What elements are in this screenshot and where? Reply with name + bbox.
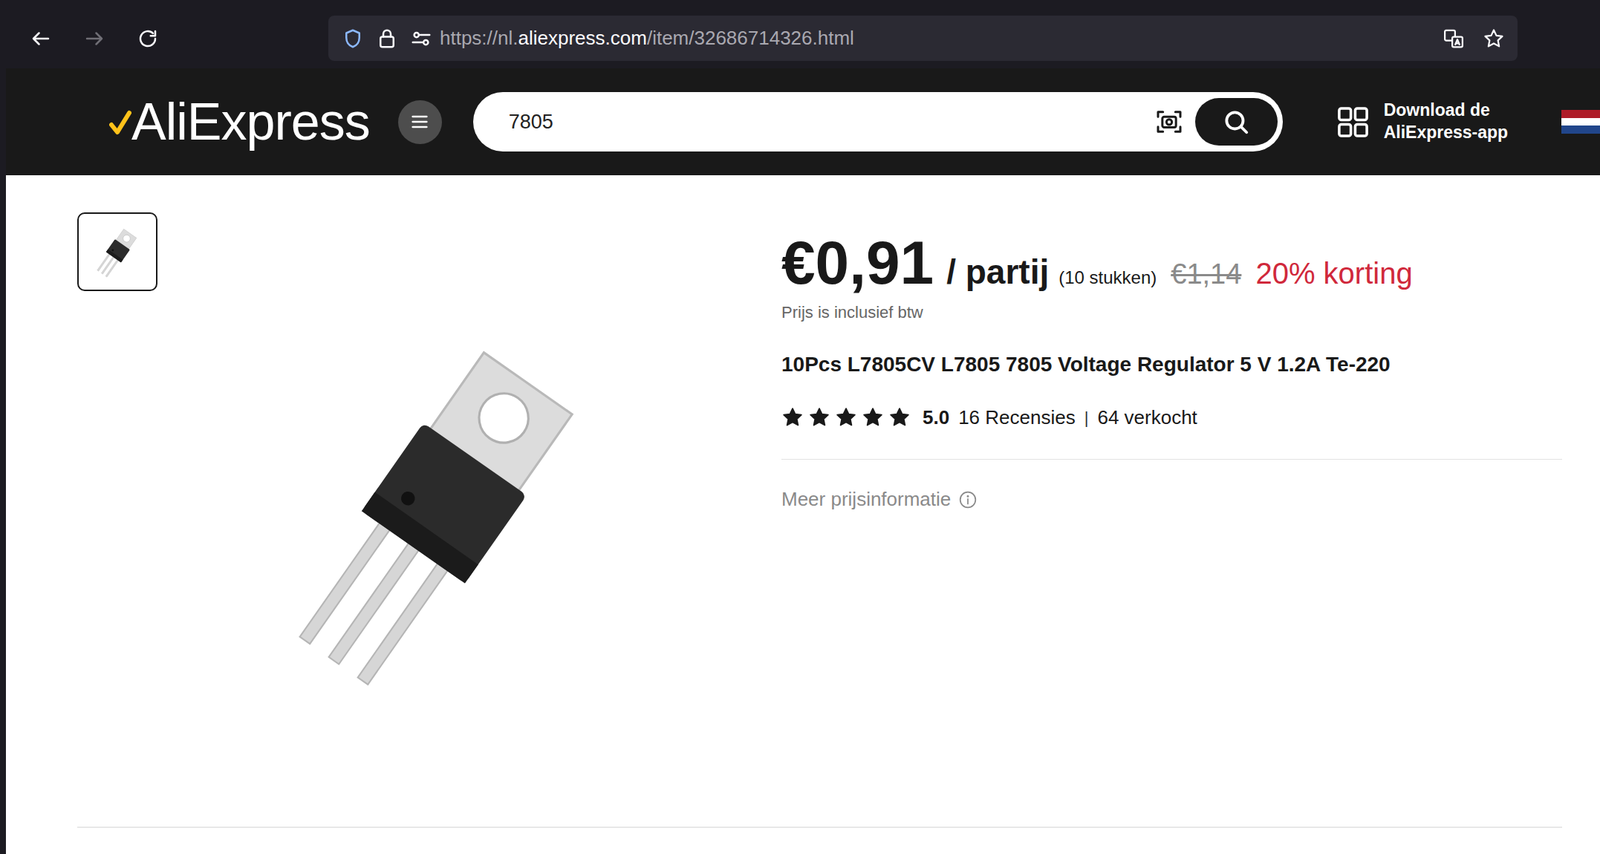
tax-note: Prijs is inclusief btw — [781, 302, 1563, 324]
star-rating — [781, 406, 916, 429]
discount: 20% korting — [1255, 251, 1413, 296]
url-part[interactable]: https://nl. — [439, 26, 519, 50]
star-icon — [834, 406, 858, 429]
more-price-info[interactable]: Meer prijsinformatie — [781, 487, 1563, 513]
reload-button[interactable] — [130, 21, 165, 56]
forward-arrow-icon — [83, 27, 106, 50]
permissions-icon[interactable] — [410, 27, 433, 50]
thumbnail-photo — [86, 220, 149, 284]
star-icon — [781, 406, 804, 429]
address-bar[interactable]: https://nl.aliexpress.com/item/326867143… — [328, 15, 1518, 61]
product-row: €0,91 / partij (10 stukken) €1,14 20% ko… — [77, 212, 1563, 807]
star-icon — [888, 406, 911, 429]
url-text[interactable]: https://nl.aliexpress.com/item/326867143… — [439, 23, 855, 53]
product-gallery — [77, 212, 782, 807]
product-info: €0,91 / partij (10 stukken) €1,14 20% ko… — [781, 212, 1563, 807]
more-price-info-text[interactable]: Meer prijsinformatie — [781, 487, 951, 513]
hamburger-icon — [409, 111, 431, 133]
search-bar — [473, 92, 1283, 152]
main-photo[interactable] — [157, 212, 782, 807]
rating-row: 5.0 16 Recensies | 64 verkocht — [781, 403, 1563, 433]
rating-score: 5.0 — [922, 403, 950, 433]
qr-code-icon[interactable] — [1335, 104, 1371, 140]
thumbnail-list — [77, 212, 158, 807]
sold-count: 64 verkocht — [1097, 403, 1197, 433]
site-logo[interactable]: AliExpress — [109, 95, 370, 148]
forward-button[interactable] — [77, 21, 112, 56]
app-download-line[interactable]: AliExpress-app — [1383, 121, 1508, 145]
price-unit: / partij — [946, 246, 1049, 298]
magnifier-icon — [1221, 107, 1251, 136]
search-button[interactable] — [1195, 98, 1278, 146]
translate-icon[interactable] — [1442, 27, 1465, 50]
reviews-link[interactable]: 16 Recensies — [958, 403, 1076, 433]
original-price: €1,14 — [1170, 253, 1242, 296]
bookmark-star-icon[interactable] — [1482, 27, 1505, 50]
back-arrow-icon — [29, 27, 52, 50]
back-button[interactable] — [23, 21, 58, 56]
product-page: €0,91 / partij (10 stukken) €1,14 20% ko… — [5, 175, 1600, 854]
shield-icon[interactable] — [341, 27, 364, 50]
price-row: €0,91 / partij (10 stukken) €1,14 20% ko… — [781, 232, 1563, 298]
logo-text[interactable]: AliExpress — [131, 95, 370, 148]
product-title: 10Pcs L7805CV L7805 7805 Voltage Regulat… — [781, 351, 1563, 379]
netherlands-flag-icon[interactable] — [1561, 109, 1600, 134]
search-input[interactable] — [508, 106, 1155, 138]
menu-button[interactable] — [398, 100, 442, 145]
browser-toolbar: https://nl.aliexpress.com/item/326867143… — [0, 0, 1600, 69]
image-search-icon[interactable] — [1154, 106, 1185, 137]
url-part[interactable]: aliexpress.com — [518, 26, 647, 50]
reload-icon — [136, 27, 159, 50]
web-page: AliExpress Download deAliExpress-app €0,… — [5, 68, 1600, 854]
product-photo — [224, 294, 656, 725]
app-download-link[interactable]: Download deAliExpress-app — [1383, 99, 1508, 145]
divider-line — [781, 459, 1563, 460]
info-icon[interactable] — [958, 490, 978, 510]
star-icon — [808, 406, 831, 429]
section-divider — [77, 826, 1563, 829]
price: €0,91 — [781, 232, 934, 294]
lock-icon[interactable] — [375, 27, 399, 50]
url-part[interactable]: /item/32686714326.html — [646, 26, 855, 50]
star-icon — [861, 406, 884, 429]
thumbnail[interactable] — [77, 212, 158, 292]
separator: | — [1084, 405, 1089, 431]
app-download-line[interactable]: Download de — [1383, 99, 1508, 122]
logo-check-icon — [109, 106, 132, 137]
lot-quantity: (10 stukken) — [1058, 264, 1157, 292]
site-header: AliExpress Download deAliExpress-app — [5, 68, 1600, 176]
